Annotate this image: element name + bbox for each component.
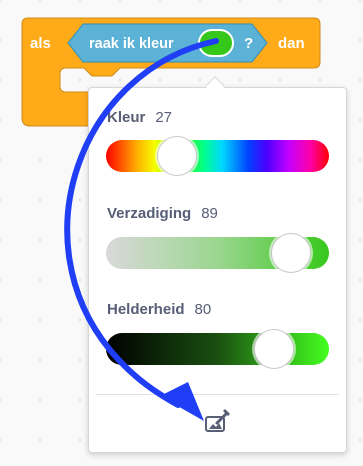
saturation-value: 89 xyxy=(201,205,218,222)
if-label: als xyxy=(30,35,51,52)
brightness-slider-handle[interactable] xyxy=(254,329,294,369)
then-label: dan xyxy=(278,35,305,52)
color-swatch[interactable] xyxy=(198,29,234,57)
brightness-label: Helderheid xyxy=(107,301,185,318)
hue-label: Kleur xyxy=(107,109,146,126)
eyedropper-icon[interactable] xyxy=(203,405,233,435)
touching-color-label: raak ik kleur xyxy=(89,36,174,52)
brightness-value: 80 xyxy=(194,301,212,318)
brightness-slider-track[interactable] xyxy=(106,333,329,365)
hue-slider-handle[interactable] xyxy=(157,136,197,176)
hue-value: 27 xyxy=(155,109,173,126)
saturation-label: Verzadiging xyxy=(107,205,192,222)
question-mark-label: ? xyxy=(244,35,254,52)
popover-divider xyxy=(96,394,339,395)
saturation-slider-handle[interactable] xyxy=(271,233,311,273)
saturation-row-label: Verzadiging 89 xyxy=(107,205,218,222)
brightness-row-label: Helderheid 80 xyxy=(107,301,211,318)
hue-row-label: Kleur 27 xyxy=(107,109,172,126)
hue-slider-track[interactable] xyxy=(106,140,329,172)
